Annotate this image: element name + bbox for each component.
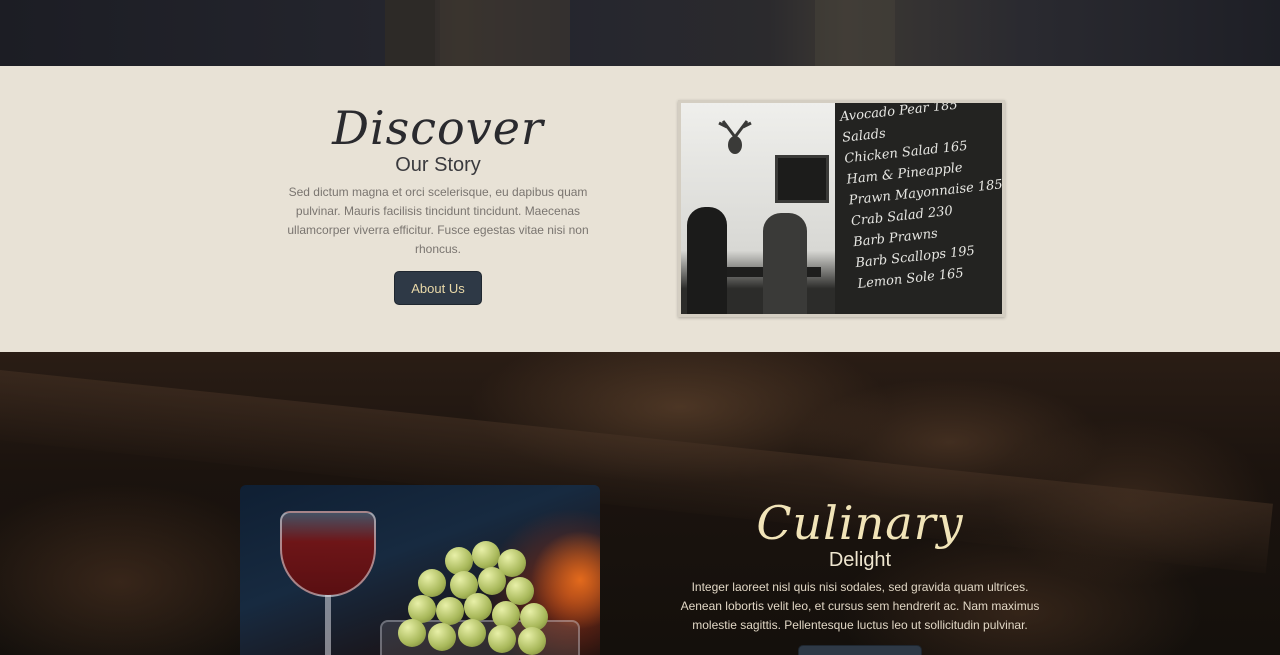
grape [458,619,486,647]
culinary-title: Culinary [756,496,964,550]
background-plank [815,0,895,66]
story-section: Discover Our Story Sed dictum magna et o… [0,66,1280,352]
grape [436,597,464,625]
culinary-body-text: Integer laoreet nisl quis nisi sodales, … [680,580,1040,632]
grape [418,569,446,597]
grape [428,623,456,651]
culinary-button[interactable] [798,645,922,655]
grape [478,567,506,595]
culinary-text-block: Culinary Delight Integer laoreet nisl qu… [680,497,1040,655]
background-plank [385,0,435,66]
story-body-text: Sed dictum magna et orci scelerisque, eu… [287,185,589,256]
grape [398,619,426,647]
background-beam [0,370,1273,574]
wine-glass [280,511,376,597]
background-plank [440,0,570,66]
restaurant-photo: Avocado Pear 185 Salads Chicken Salad 16… [681,103,1002,314]
story-title: Discover [332,101,544,155]
photo-diner [687,207,727,314]
chalkboard-menu-text: Avocado Pear 185 Salads Chicken Salad 16… [839,103,1002,312]
story-text-block: Discover Our Story Sed dictum magna et o… [270,102,606,305]
wine-grapes-photo [240,485,600,655]
culinary-subtitle: Delight [828,549,892,571]
story-photo: Avocado Pear 185 Salads Chicken Salad 16… [678,100,1005,317]
grape [518,627,546,655]
wine-glass-stem [325,595,331,655]
grape [488,625,516,653]
top-background-band [0,0,1280,66]
wall-picture [775,155,829,203]
culinary-section: Culinary Delight Integer laoreet nisl qu… [0,352,1280,655]
grape [472,541,500,569]
antler-icon [718,120,752,154]
about-us-button[interactable]: About Us [394,271,482,305]
story-subtitle: Our Story [395,154,481,176]
grape [464,593,492,621]
photo-diner [763,213,807,314]
